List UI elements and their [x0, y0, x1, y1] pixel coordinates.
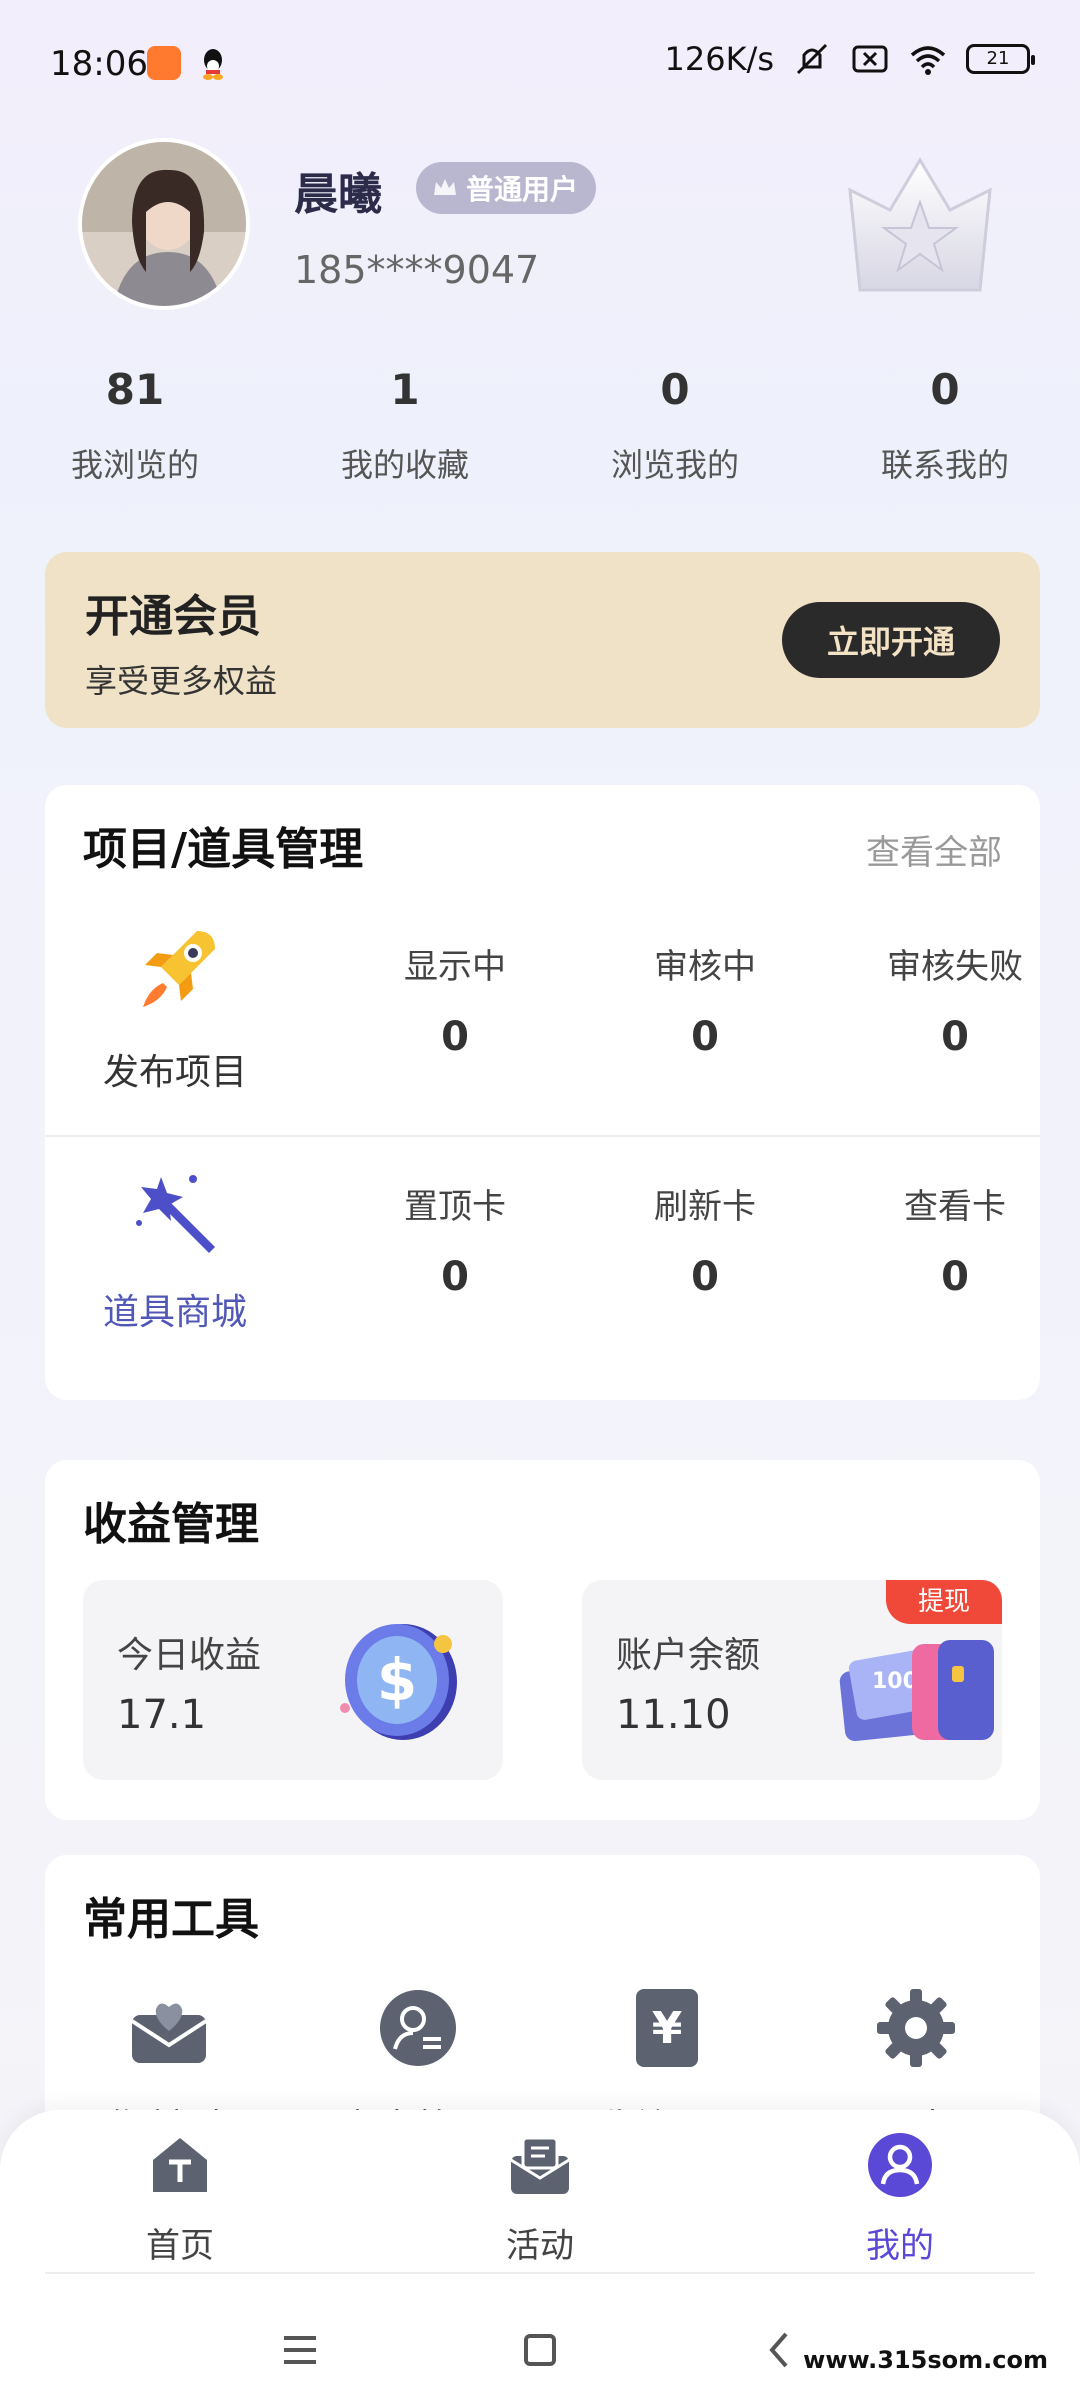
tab-home[interactable]: 首页 [80, 2130, 280, 2267]
stat-label: 查看卡 [904, 1187, 1006, 1227]
today-earnings-value: 17.1 [117, 1692, 207, 1738]
publish-project-button[interactable]: 发布项目 [65, 895, 285, 1125]
profile-stats: 81 我浏览的 1 我的收藏 0 浏览我的 0 联系我的 [0, 365, 1080, 486]
stat-refresh-card[interactable]: 刷新卡 0 [595, 1179, 815, 1300]
tab-mine[interactable]: 我的 [800, 2130, 1000, 2267]
svg-text:¥: ¥ [652, 2003, 683, 2054]
stat-label: 审核失败 [887, 947, 1023, 987]
magic-wand-icon [136, 1175, 215, 1253]
rocket-icon [143, 931, 215, 1007]
mute-icon [796, 43, 828, 75]
stat-browsed[interactable]: 81 我浏览的 [0, 365, 270, 486]
member-subtitle: 享受更多权益 [85, 662, 278, 700]
status-right: 126K/s 21 [664, 40, 1035, 78]
prop-shop-button[interactable]: 道具商城 [65, 1135, 285, 1365]
card-title: 项目/道具管理 [83, 824, 364, 875]
user-phone: 185****9047 [294, 248, 540, 292]
stat-label: 显示中 [404, 947, 506, 987]
svg-text:100: 100 [872, 1669, 918, 1694]
tab-activity[interactable]: 活动 [440, 2130, 640, 2267]
stat-label: 浏览我的 [610, 446, 739, 484]
qq-icon [203, 49, 223, 80]
yen-icon: ¥ [635, 1989, 698, 2067]
menu-icon[interactable] [270, 2320, 330, 2380]
stat-value: 0 [941, 1254, 969, 1300]
heart-envelope-icon [131, 2003, 208, 2063]
stat-value: 0 [691, 1254, 719, 1300]
stat-label: 我浏览的 [70, 446, 199, 484]
wifi-icon [910, 46, 946, 75]
project-management-card: 项目/道具管理 查看全部 发布项目 显示中 0 审核中 0 审核失败 0 道具商… [45, 785, 1040, 1400]
stat-value: 0 [660, 365, 690, 414]
stat-label: 置顶卡 [404, 1187, 506, 1227]
wallet-cash-icon: 100 [839, 1640, 994, 1742]
stat-viewed-me[interactable]: 0 浏览我的 [540, 365, 810, 486]
stat-pin-card[interactable]: 置顶卡 0 [345, 1179, 565, 1300]
stat-value: 0 [691, 1014, 719, 1060]
svg-text:$: $ [377, 1646, 417, 1714]
user-level-label: 普通用户 [466, 173, 579, 206]
tab-label: 活动 [506, 2226, 574, 2266]
open-membership-button[interactable]: 立即开通 [782, 602, 1000, 678]
vip-crown-icon [848, 157, 992, 292]
dollar-coin-icon: $ [340, 1624, 457, 1740]
stat-showing[interactable]: 显示中 0 [345, 939, 565, 1060]
stat-contacted-me[interactable]: 0 联系我的 [810, 365, 1080, 486]
stat-review-failed[interactable]: 审核失败 0 [845, 939, 1065, 1060]
stat-value: 0 [941, 1014, 969, 1060]
member-banner[interactable]: 开通会员 享受更多权益 立即开通 [45, 552, 1040, 728]
earnings-card: 收益管理 今日收益 17.1 $ 账户余额 11.10 100 提现 [45, 1460, 1040, 1820]
withdraw-tag[interactable]: 提现 [886, 1580, 1002, 1624]
activity-icon [510, 2136, 570, 2194]
app-notification-icon [147, 46, 181, 80]
tab-label: 首页 [146, 2226, 214, 2266]
stat-value: 1 [390, 365, 420, 414]
crown-badge-icon [434, 179, 456, 195]
tab-label: 我的 [866, 2226, 934, 2266]
stat-value: 0 [930, 365, 960, 414]
watermark: www.315som.com [803, 2346, 1048, 2374]
stat-value: 0 [441, 1014, 469, 1060]
card-title: 常用工具 [83, 1894, 259, 1945]
user-transfer-icon [380, 1990, 457, 2066]
today-earnings-box[interactable]: 今日收益 17.1 $ [83, 1580, 503, 1780]
account-balance-value: 11.10 [616, 1692, 731, 1738]
nav-divider [45, 2272, 1035, 2274]
stat-favorites[interactable]: 1 我的收藏 [270, 365, 540, 486]
battery-icon: 21 [966, 44, 1035, 74]
stat-value: 0 [441, 1254, 469, 1300]
stat-label: 我的收藏 [340, 446, 469, 484]
view-all-link[interactable]: 查看全部 [866, 825, 1002, 874]
stat-value: 81 [105, 365, 165, 414]
network-speed: 126K/s [664, 40, 774, 78]
nav-tabs: 首页 活动 我的 [0, 2130, 1080, 2267]
home-icon [153, 2138, 207, 2192]
status-time: 18:06 [50, 44, 148, 84]
no-sim-icon [852, 45, 888, 73]
publish-row: 发布项目 显示中 0 审核中 0 审核失败 0 [45, 895, 1040, 1125]
today-earnings-label: 今日收益 [117, 1635, 262, 1676]
user-level-badge: 普通用户 [416, 162, 597, 214]
avatar[interactable] [78, 138, 250, 310]
account-balance-box[interactable]: 账户余额 11.10 100 提现 [582, 1580, 1002, 1780]
stat-view-card[interactable]: 查看卡 0 [845, 1179, 1065, 1300]
prop-shop-label: 道具商城 [102, 1292, 247, 1333]
card-title: 收益管理 [83, 1499, 259, 1550]
stat-reviewing[interactable]: 审核中 0 [595, 939, 815, 1060]
gear-icon [876, 1989, 955, 2067]
stat-label: 刷新卡 [654, 1187, 756, 1227]
member-title: 开通会员 [85, 591, 261, 642]
user-icon [868, 2133, 932, 2197]
stat-label: 审核中 [654, 947, 756, 987]
account-balance-label: 账户余额 [616, 1635, 761, 1676]
stat-label: 联系我的 [880, 446, 1009, 484]
user-name: 晨曦 [294, 169, 382, 220]
shop-row: 道具商城 置顶卡 0 刷新卡 0 查看卡 0 [45, 1135, 1040, 1365]
publish-project-label: 发布项目 [102, 1052, 247, 1093]
back-icon[interactable] [750, 2320, 810, 2380]
home-square-icon[interactable] [510, 2320, 570, 2380]
status-bar: 18:06 126K/s 21 [0, 0, 1080, 130]
